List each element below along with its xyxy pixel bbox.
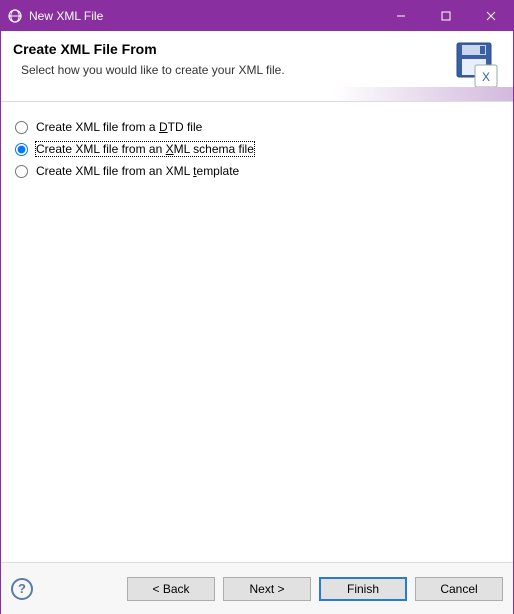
finish-button[interactable]: Finish <box>319 577 407 601</box>
maximize-button[interactable] <box>423 1 468 31</box>
svg-text:X: X <box>482 70 490 84</box>
radio-option-1[interactable]: Create XML file from an XML schema file <box>13 138 501 160</box>
wizard-footer: ? < Back Next > Finish Cancel <box>1 562 513 614</box>
help-icon[interactable]: ? <box>11 578 33 600</box>
window-controls <box>378 1 513 31</box>
radio-label-2: Create XML file from an XML template <box>36 164 239 178</box>
radio-option-2[interactable]: Create XML file from an XML template <box>13 160 501 182</box>
wizard-header: Create XML File From Select how you woul… <box>1 31 513 102</box>
minimize-button[interactable] <box>378 1 423 31</box>
wizard-content: Create XML file from a DTD file Create XM… <box>1 102 513 562</box>
titlebar: New XML File <box>1 1 513 31</box>
header-gradient <box>333 87 513 101</box>
radio-label-0: Create XML file from a DTD file <box>36 120 202 134</box>
radio-input-2[interactable] <box>15 165 28 178</box>
cancel-button[interactable]: Cancel <box>415 577 503 601</box>
close-button[interactable] <box>468 1 513 31</box>
window-title: New XML File <box>29 9 378 23</box>
save-xml-icon: X <box>453 41 501 89</box>
page-subtitle: Select how you would like to create your… <box>21 63 445 77</box>
next-button[interactable]: Next > <box>223 577 311 601</box>
radio-option-0[interactable]: Create XML file from a DTD file <box>13 116 501 138</box>
radio-input-0[interactable] <box>15 121 28 134</box>
back-button[interactable]: < Back <box>127 577 215 601</box>
radio-label-1: Create XML file from an XML schema file <box>36 142 254 156</box>
page-title: Create XML File From <box>13 41 445 57</box>
eclipse-icon <box>7 8 23 24</box>
radio-input-1[interactable] <box>15 143 28 156</box>
